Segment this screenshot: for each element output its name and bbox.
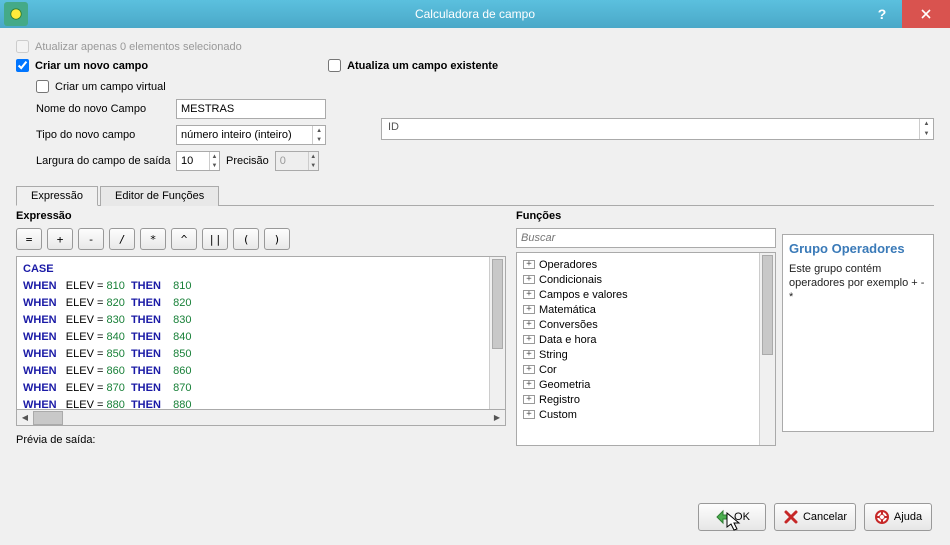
expand-icon[interactable]: + bbox=[523, 380, 535, 389]
function-group-item[interactable]: +Geometria bbox=[519, 377, 757, 392]
chevron-down-icon[interactable]: ▼ bbox=[210, 161, 219, 170]
expand-icon[interactable]: + bbox=[523, 275, 535, 284]
function-group-item[interactable]: +String bbox=[519, 347, 757, 362]
chevron-up-icon: ▲ bbox=[309, 152, 318, 161]
chevron-up-icon[interactable]: ▲ bbox=[210, 152, 219, 161]
update-existing-label: Atualiza um campo existente bbox=[347, 60, 498, 72]
window-title: Calculadora de campo bbox=[0, 7, 950, 21]
function-group-item[interactable]: +Cor bbox=[519, 362, 757, 377]
function-group-item[interactable]: +Data e hora bbox=[519, 332, 757, 347]
operator-button[interactable]: * bbox=[140, 228, 166, 250]
app-icon bbox=[4, 2, 28, 26]
create-new-field-label: Criar um novo campo bbox=[35, 60, 148, 72]
operator-button[interactable]: + bbox=[47, 228, 73, 250]
function-group-item[interactable]: +Registro bbox=[519, 392, 757, 407]
chevron-down-icon: ▼ bbox=[309, 161, 318, 170]
cancel-x-icon bbox=[783, 509, 799, 525]
tabs: Expressão Editor de Funções bbox=[16, 185, 934, 206]
tab-expression[interactable]: Expressão bbox=[16, 186, 98, 206]
field-name-input[interactable] bbox=[176, 99, 326, 119]
editor-vertical-scrollbar[interactable] bbox=[489, 257, 505, 409]
help-panel-header: Grupo Operadores bbox=[789, 241, 927, 256]
title-bar: Calculadora de campo ? bbox=[0, 0, 950, 28]
operator-button[interactable]: ( bbox=[233, 228, 259, 250]
virtual-field-checkbox[interactable] bbox=[36, 80, 49, 93]
operator-button[interactable]: ) bbox=[264, 228, 290, 250]
function-group-item[interactable]: +Matemática bbox=[519, 302, 757, 317]
precision-spinner: ▲▼ bbox=[275, 151, 319, 171]
function-tree[interactable]: +Operadores+Condicionais+Campos e valore… bbox=[517, 253, 759, 445]
help-titlebar-button[interactable]: ? bbox=[862, 0, 902, 28]
function-group-item[interactable]: +Campos e valores bbox=[519, 287, 757, 302]
operator-button[interactable]: = bbox=[16, 228, 42, 250]
cancel-button[interactable]: Cancelar bbox=[774, 503, 856, 531]
chevron-up-icon[interactable]: ▲ bbox=[920, 119, 933, 129]
function-group-item[interactable]: +Operadores bbox=[519, 257, 757, 272]
field-type-label: Tipo do novo campo bbox=[36, 129, 176, 141]
expand-icon[interactable]: + bbox=[523, 290, 535, 299]
expression-editor[interactable]: CASEWHEN ELEV = 810 THEN 810WHEN ELEV = … bbox=[16, 256, 506, 410]
help-panel: Grupo Operadores Este grupo contém opera… bbox=[782, 234, 934, 432]
chevron-down-icon[interactable]: ▼ bbox=[920, 129, 933, 139]
expand-icon[interactable]: + bbox=[523, 260, 535, 269]
existing-field-combo[interactable]: ID ▲▼ bbox=[381, 118, 934, 140]
ok-arrow-icon bbox=[714, 509, 730, 525]
chevron-down-icon[interactable]: ▼ bbox=[313, 135, 325, 144]
help-panel-body: Este grupo contém operadores por exemplo… bbox=[789, 262, 927, 304]
expand-icon[interactable]: + bbox=[523, 365, 535, 374]
operator-button[interactable]: - bbox=[78, 228, 104, 250]
expand-icon[interactable]: + bbox=[523, 305, 535, 314]
operator-buttons: =+-/*^||() bbox=[16, 228, 506, 250]
function-group-item[interactable]: +Conversões bbox=[519, 317, 757, 332]
operator-button[interactable]: ^ bbox=[171, 228, 197, 250]
operator-button[interactable]: || bbox=[202, 228, 228, 250]
expand-icon[interactable]: + bbox=[523, 320, 535, 329]
operator-button[interactable]: / bbox=[109, 228, 135, 250]
scroll-left-icon[interactable]: ◀ bbox=[17, 411, 33, 425]
functions-header: Funções bbox=[516, 210, 776, 222]
expand-icon[interactable]: + bbox=[523, 410, 535, 419]
field-name-label: Nome do novo Campo bbox=[36, 103, 176, 115]
expand-icon[interactable]: + bbox=[523, 350, 535, 359]
update-existing-checkbox[interactable] bbox=[328, 59, 341, 72]
function-group-item[interactable]: +Condicionais bbox=[519, 272, 757, 287]
function-group-item[interactable]: +Custom bbox=[519, 407, 757, 422]
editor-horizontal-scrollbar[interactable]: ◀ ▶ bbox=[16, 410, 506, 426]
field-width-spinner[interactable]: ▲▼ bbox=[176, 151, 220, 171]
close-button[interactable] bbox=[902, 0, 950, 28]
output-preview-label: Prévia de saída: bbox=[16, 434, 506, 446]
function-search-input[interactable] bbox=[516, 228, 776, 248]
chevron-up-icon[interactable]: ▲ bbox=[313, 126, 325, 135]
precision-label: Precisão bbox=[226, 155, 269, 167]
update-selected-checkbox bbox=[16, 40, 29, 53]
help-button[interactable]: Ajuda bbox=[864, 503, 932, 531]
virtual-field-label: Criar um campo virtual bbox=[55, 81, 166, 93]
ok-button[interactable]: OK bbox=[698, 503, 766, 531]
expression-header: Expressão bbox=[16, 210, 506, 222]
field-width-label: Largura do campo de saída bbox=[36, 155, 176, 167]
update-selected-label: Atualizar apenas 0 elementos selecionado bbox=[35, 41, 242, 53]
expand-icon[interactable]: + bbox=[523, 335, 535, 344]
field-type-combo[interactable]: ▲▼ bbox=[176, 125, 326, 145]
scroll-right-icon[interactable]: ▶ bbox=[489, 411, 505, 425]
help-lifebuoy-icon bbox=[874, 509, 890, 525]
create-new-field-checkbox[interactable] bbox=[16, 59, 29, 72]
functions-scrollbar[interactable] bbox=[759, 253, 775, 445]
tab-function-editor[interactable]: Editor de Funções bbox=[100, 186, 219, 206]
expand-icon[interactable]: + bbox=[523, 395, 535, 404]
